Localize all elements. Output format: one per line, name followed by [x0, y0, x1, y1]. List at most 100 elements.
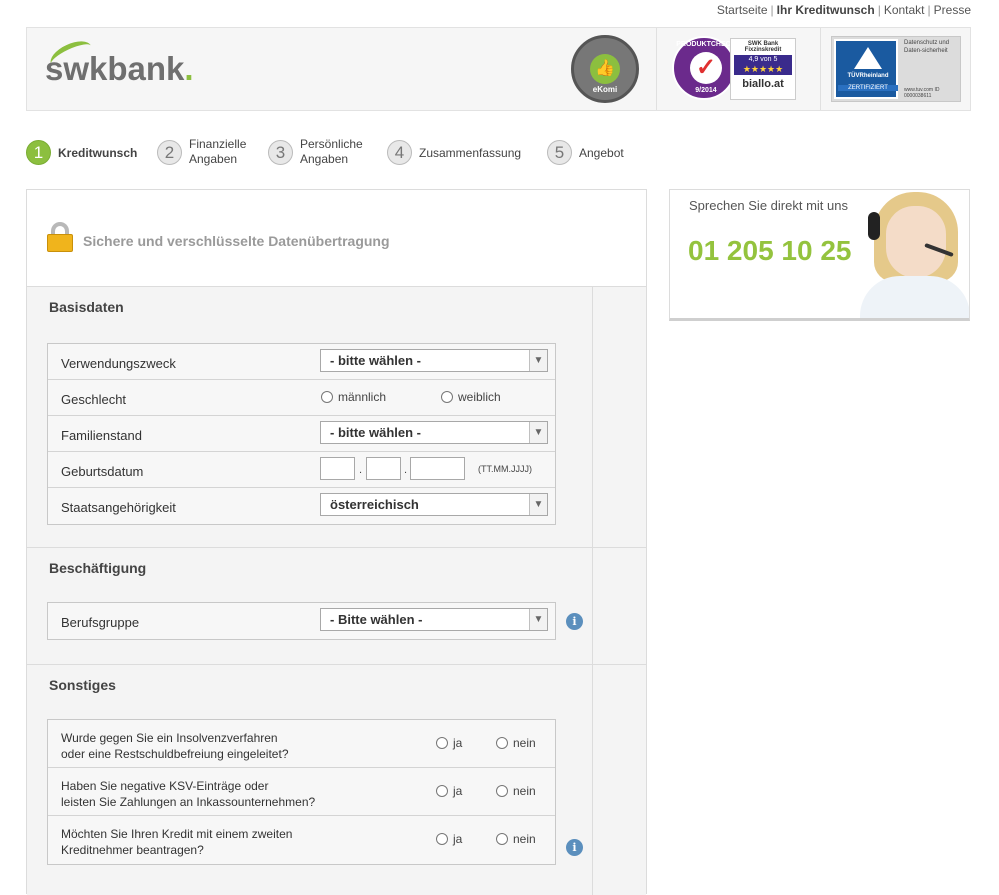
radio-maennlich[interactable]: männlich: [321, 390, 386, 404]
nav-link-presse[interactable]: Presse: [934, 3, 971, 17]
radio-circle[interactable]: [321, 391, 333, 403]
staatsangehoerigkeit-select[interactable]: österreichisch ▼: [320, 493, 548, 516]
birth-month-input[interactable]: [366, 457, 401, 480]
tuv-logo: TÜVRheinland ZERTIFIZIERT: [834, 39, 898, 99]
chevron-down-icon: ▼: [529, 609, 547, 630]
contact-box: Sprechen Sie direkt mit uns 01 205 10 25: [669, 189, 970, 321]
radio-circle[interactable]: [496, 785, 508, 797]
radio-circle[interactable]: [436, 785, 448, 797]
question-text: Möchten Sie Ihren Kredit mit einem zweit…: [61, 827, 293, 857]
date-separator: .: [404, 464, 408, 476]
support-agent-image: [860, 190, 969, 318]
section-title: Sonstiges: [49, 677, 116, 693]
credit-form-panel: Sichere und verschlüsselte Datenübertrag…: [26, 189, 647, 895]
date-format-hint: (TT.MM.JJJJ): [478, 464, 532, 474]
question-text: Wurde gegen Sie ein Insolvenzverfahren od…: [61, 731, 289, 761]
step-number: 4: [387, 140, 412, 165]
radio-circle[interactable]: [441, 391, 453, 403]
ekomi-seal[interactable]: 👍 eKomi: [571, 35, 639, 103]
field-label: Familienstand: [61, 428, 142, 443]
step-label: Angebot: [579, 146, 624, 160]
question-row-insolvenz: Wurde gegen Sie ein Insolvenzverfahren od…: [48, 720, 555, 768]
form-row-staatsangehoerigkeit: Staatsangehörigkeit österreichisch ▼: [48, 488, 555, 524]
radio-circle[interactable]: [436, 737, 448, 749]
radio-circle[interactable]: [496, 833, 508, 845]
date-separator: .: [359, 464, 363, 476]
chevron-down-icon: ▼: [529, 422, 547, 443]
secure-transfer-banner: Sichere und verschlüsselte Datenübertrag…: [27, 190, 646, 287]
section-sidebar: [592, 548, 646, 664]
nav-link-startseite[interactable]: Startseite: [717, 3, 768, 17]
field-label: Geschlecht: [61, 392, 127, 407]
nav-separator: |: [927, 3, 931, 17]
step-label: Zusammenfassung: [419, 146, 522, 160]
radio-no[interactable]: nein: [496, 784, 536, 798]
site-header: swkbank. 👍 eKomi PRODUKTCHECK ✓ 9/2014 S…: [26, 27, 971, 111]
radio-yes[interactable]: ja: [436, 736, 462, 750]
form-row-geburtsdatum: Geburtsdatum . . (TT.MM.JJJJ): [48, 452, 555, 488]
birth-year-input[interactable]: [410, 457, 465, 480]
phone-number[interactable]: 01 205 10 25: [688, 235, 852, 267]
question-text: Haben Sie negative KSV-Einträge oder leis…: [61, 779, 316, 809]
section-basisdaten: Basisdaten Verwendungszweck - bitte wähl…: [27, 287, 646, 548]
produktcheck-badge[interactable]: PRODUKTCHECK ✓ 9/2014 SWK Bank Fixzinskr…: [672, 36, 798, 102]
radio-no[interactable]: nein: [496, 736, 536, 750]
nav-separator: |: [877, 3, 881, 17]
star-rating: ★★★★★: [734, 64, 792, 75]
lock-icon: [47, 222, 73, 252]
ekomi-brand: eKomi: [592, 85, 618, 94]
top-navigation: Startseite | Ihr Kreditwunsch | Kontakt | Pres…: [717, 3, 971, 17]
nav-separator: |: [770, 3, 774, 17]
question-row-ksv: Haben Sie negative KSV-Einträge oder leis…: [48, 768, 555, 816]
nav-link-ihr-kreditwunsch[interactable]: Ihr Kreditwunsch: [777, 3, 875, 17]
radio-circle[interactable]: [496, 737, 508, 749]
section-title: Basisdaten: [49, 299, 124, 315]
thumbs-up-icon: 👍: [590, 54, 620, 84]
tuv-certificate[interactable]: TÜVRheinland ZERTIFIZIERT Datenschutz un…: [831, 36, 961, 102]
form-row-berufsgruppe: Berufsgruppe - Bitte wählen - ▼: [48, 603, 555, 639]
question-row-zweiter-kreditnehmer: Möchten Sie Ihren Kredit mit einem zweit…: [48, 816, 555, 864]
info-icon[interactable]: i: [566, 839, 583, 856]
checkmark-icon: ✓: [690, 52, 722, 84]
swkbank-logo[interactable]: swkbank.: [45, 50, 194, 88]
berufsgruppe-select[interactable]: - Bitte wählen - ▼: [320, 608, 548, 631]
badge-divider: [656, 28, 657, 110]
step-number: 1: [26, 140, 51, 165]
tuv-triangle-icon: [854, 47, 882, 69]
radio-circle[interactable]: [436, 833, 448, 845]
chevron-down-icon: ▼: [529, 494, 547, 515]
radio-yes[interactable]: ja: [436, 832, 462, 846]
info-icon[interactable]: i: [566, 613, 583, 630]
section-sonstiges: Sonstiges Wurde gegen Sie ein Insolvenzv…: [27, 665, 646, 895]
badge-divider: [820, 28, 821, 110]
field-label: Geburtsdatum: [61, 464, 144, 479]
section-sidebar: [592, 287, 646, 547]
verwendungszweck-select[interactable]: - bitte wählen - ▼: [320, 349, 548, 372]
nav-link-kontakt[interactable]: Kontakt: [884, 3, 925, 17]
section-sidebar: [592, 665, 646, 895]
basisdaten-form: Verwendungszweck - bitte wählen - ▼ Gesc…: [47, 343, 556, 525]
field-label: Berufsgruppe: [61, 615, 140, 630]
step-label: Finanzielle Angaben: [189, 137, 247, 166]
step-number: 3: [268, 140, 293, 165]
step-number: 5: [547, 140, 572, 165]
form-row-geschlecht: Geschlecht männlich weiblich: [48, 380, 555, 416]
birth-day-input[interactable]: [320, 457, 355, 480]
secure-transfer-text: Sichere und verschlüsselte Datenübertrag…: [83, 233, 390, 249]
contact-caption: Sprechen Sie direkt mit uns: [689, 198, 848, 213]
beschaeftigung-form: Berufsgruppe - Bitte wählen - ▼: [47, 602, 556, 640]
section-beschaeftigung: Beschäftigung Berufsgruppe - Bitte wähle…: [27, 548, 646, 665]
familienstand-select[interactable]: - bitte wählen - ▼: [320, 421, 548, 444]
form-row-verwendungszweck: Verwendungszweck - bitte wählen - ▼: [48, 344, 555, 380]
field-label: Staatsangehörigkeit: [61, 500, 176, 515]
step-number: 2: [157, 140, 182, 165]
radio-yes[interactable]: ja: [436, 784, 462, 798]
radio-weiblich[interactable]: weiblich: [441, 390, 501, 404]
rating-card: SWK Bank Fixzinskredit 4,9 von 5 ★★★★★ b…: [730, 38, 796, 100]
section-title: Beschäftigung: [49, 560, 147, 576]
step-label: Persönliche Angaben: [300, 137, 363, 166]
radio-no[interactable]: nein: [496, 832, 536, 846]
headset-icon: [868, 212, 880, 240]
chevron-down-icon: ▼: [529, 350, 547, 371]
field-label: Verwendungszweck: [61, 356, 176, 371]
